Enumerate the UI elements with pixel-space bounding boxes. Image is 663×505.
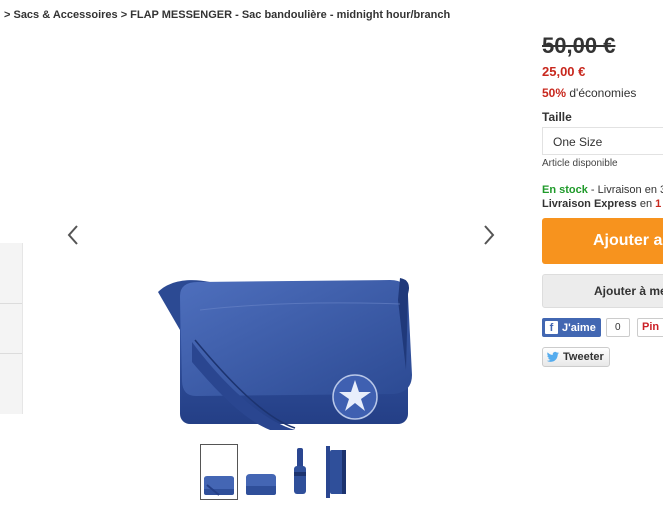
- express-value: 1: [655, 198, 662, 210]
- savings-text: 50% d'économies: [542, 86, 636, 100]
- stock-status: En stock - Livraison en 3: [542, 184, 663, 196]
- express-label: Livraison Express: [542, 198, 637, 210]
- original-price: 50,00 €: [542, 33, 616, 58]
- thumbnail-1[interactable]: [200, 444, 238, 500]
- size-select[interactable]: One Size: [542, 127, 663, 155]
- gallery-next-arrow-icon[interactable]: [480, 222, 500, 248]
- facebook-like-button[interactable]: f J'aime: [542, 318, 601, 337]
- delivery-text: - Livraison en 3: [587, 184, 663, 196]
- add-to-cart-button[interactable]: Ajouter a: [542, 218, 663, 264]
- twitter-bird-icon: [546, 351, 559, 362]
- facebook-icon: f: [545, 321, 558, 334]
- side-panel-divider: [0, 353, 22, 354]
- size-label: Taille: [542, 110, 572, 124]
- size-select-value: One Size: [553, 135, 603, 149]
- side-panel-divider: [0, 303, 22, 304]
- thumbnail-3[interactable]: [286, 444, 324, 500]
- tweet-button[interactable]: Tweeter: [542, 347, 610, 367]
- facebook-like-count: 0: [605, 318, 630, 337]
- facebook-like-label: J'aime: [562, 321, 596, 334]
- express-text: en: [636, 198, 656, 210]
- side-panel: [0, 243, 23, 414]
- thumbnail-2[interactable]: [242, 444, 280, 500]
- pinterest-button[interactable]: Pin: [637, 318, 663, 337]
- express-delivery: Livraison Express en 1: [542, 198, 661, 210]
- product-image[interactable]: [150, 270, 415, 430]
- breadcrumb[interactable]: > Sacs & Accessoires > FLAP MESSENGER - …: [4, 9, 450, 21]
- tweet-label: Tweeter: [563, 351, 604, 363]
- thumbnail-4[interactable]: [324, 444, 362, 500]
- in-stock-label: En stock: [542, 184, 588, 196]
- savings-label: d'économies: [566, 86, 637, 100]
- add-to-wishlist-button[interactable]: Ajouter à me: [542, 274, 663, 308]
- availability-text: Article disponible: [542, 158, 618, 169]
- savings-percent: 50%: [542, 86, 567, 100]
- facebook-like: f J'aime 0: [542, 318, 630, 337]
- sale-price: 25,00 €: [542, 64, 586, 79]
- gallery-prev-arrow-icon[interactable]: [64, 222, 84, 248]
